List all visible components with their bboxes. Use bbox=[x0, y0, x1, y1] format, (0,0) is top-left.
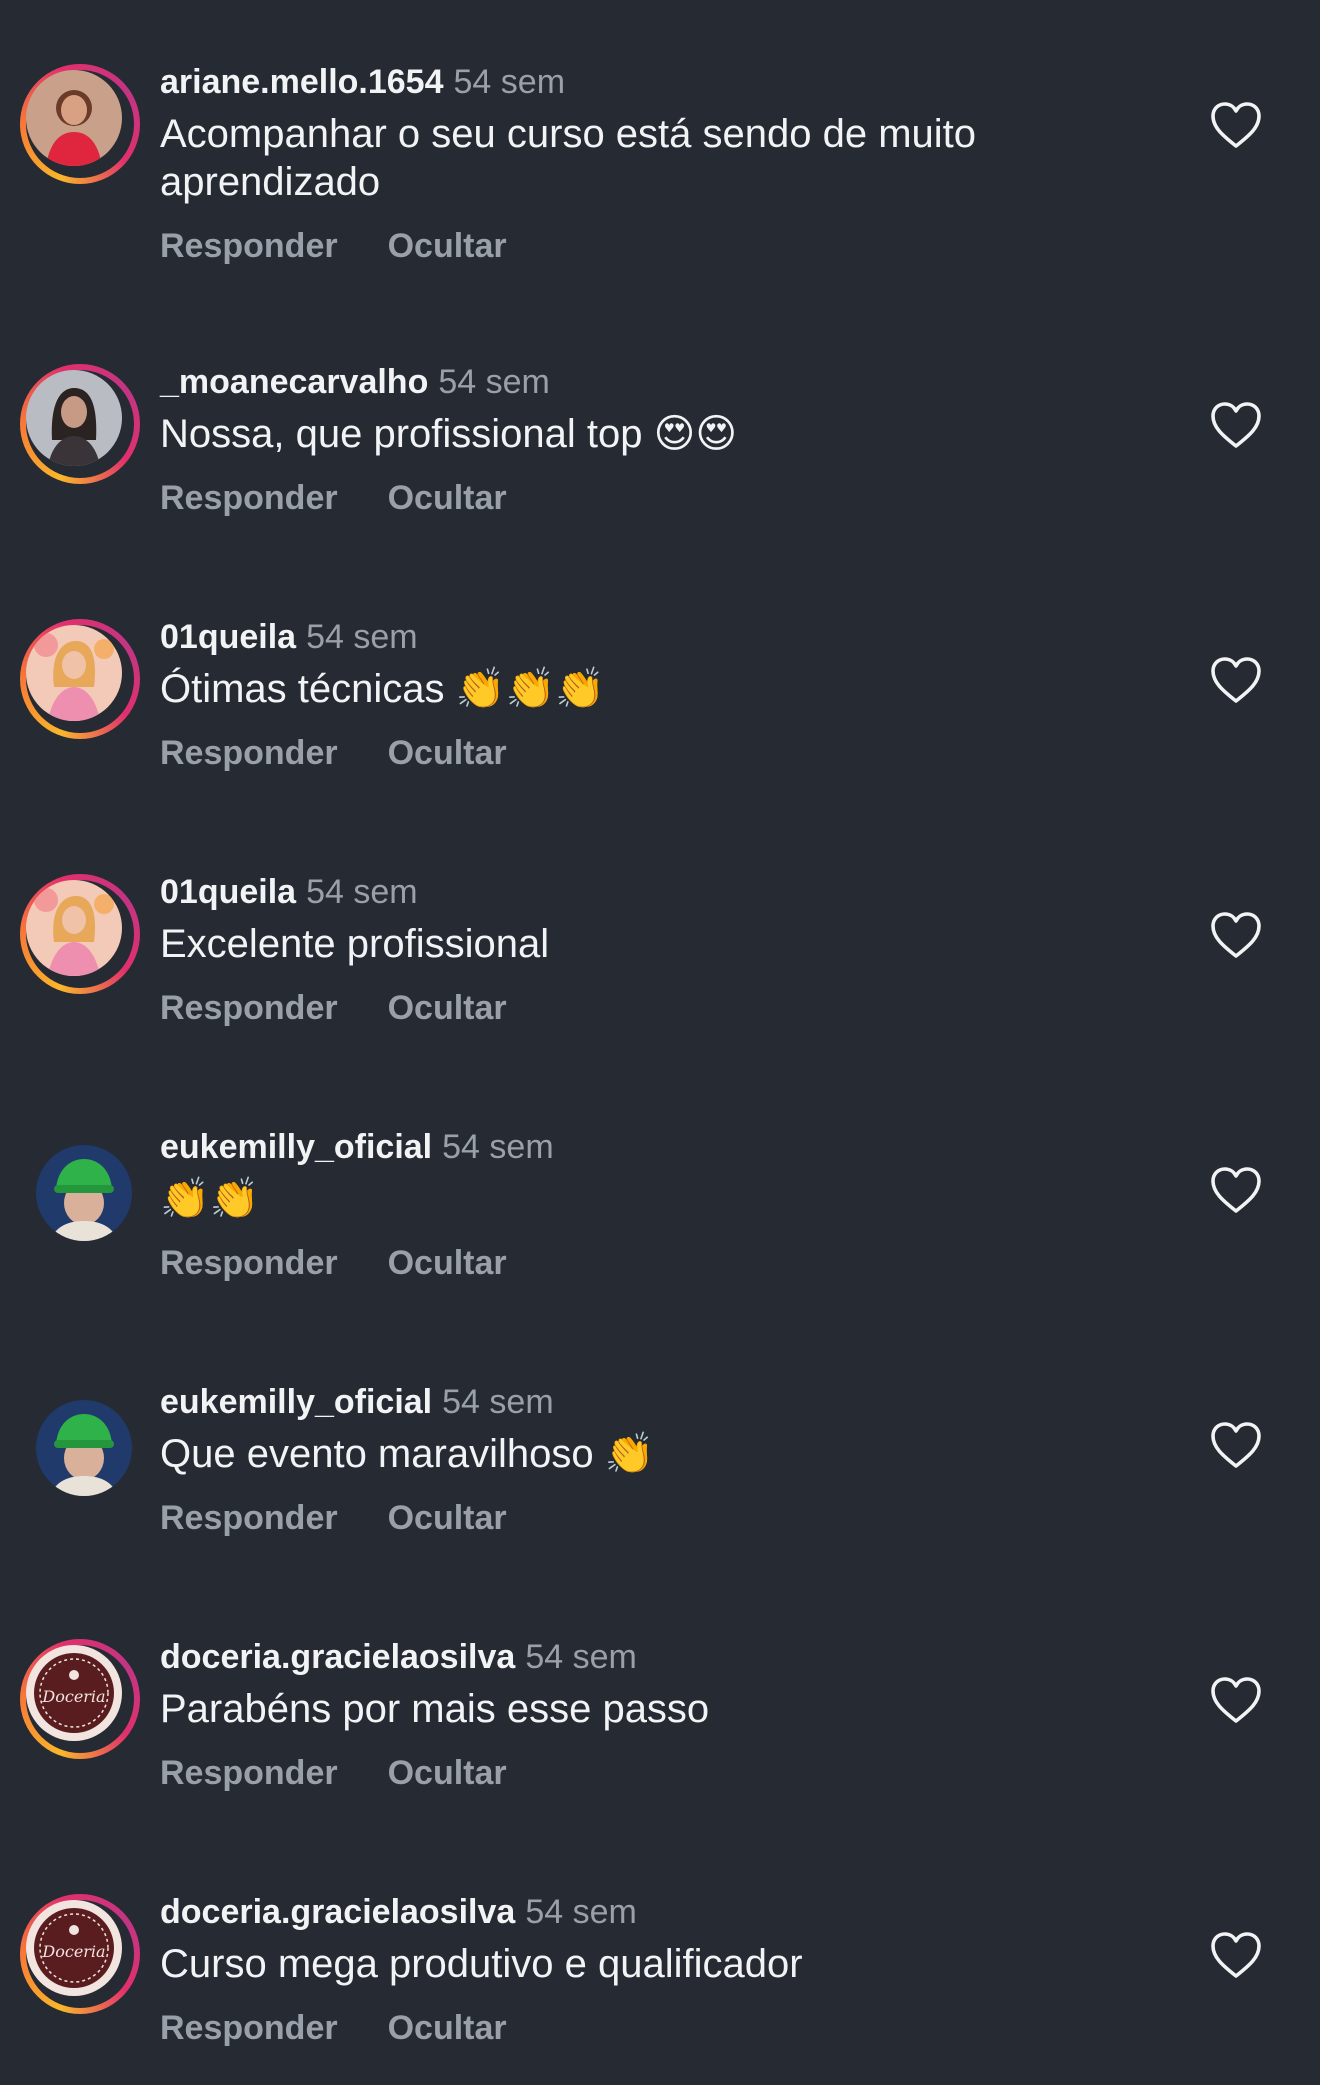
comment-item: 01queila 54 sem Excelente profissional Re… bbox=[0, 810, 1320, 1065]
avatar[interactable] bbox=[20, 1129, 140, 1249]
heart-icon[interactable] bbox=[1210, 1930, 1262, 1980]
comment-text: Excelente profissional bbox=[160, 922, 550, 966]
reply-button[interactable]: Responder bbox=[160, 1243, 338, 1283]
comment-text: Nossa, que profissional top 😍😍 bbox=[160, 412, 738, 456]
hide-button[interactable]: Ocultar bbox=[388, 988, 507, 1028]
comment-actions: Responder Ocultar bbox=[160, 1243, 1160, 1283]
comment-actions: Responder Ocultar bbox=[160, 478, 1160, 518]
comment-text: Ótimas técnicas 👏👏👏 bbox=[160, 667, 606, 711]
comment-time: 54 sem bbox=[525, 1638, 637, 1676]
comment-time: 54 sem bbox=[442, 1383, 554, 1421]
reply-button[interactable]: Responder bbox=[160, 733, 338, 773]
comment-meta: eukemilly_oficial 54 sem bbox=[160, 1125, 1160, 1169]
comment-text: Curso mega produtivo e qualificador bbox=[160, 1942, 803, 1986]
comment-actions: Responder Ocultar bbox=[160, 733, 1160, 773]
reply-button[interactable]: Responder bbox=[160, 1498, 338, 1538]
hide-button[interactable]: Ocultar bbox=[388, 226, 507, 266]
comment-time: 54 sem bbox=[453, 63, 566, 101]
comment-username[interactable]: doceria.gracielaosilva bbox=[160, 1638, 515, 1676]
comment-meta: doceria.gracielaosilva 54 sem bbox=[160, 1635, 1160, 1679]
comment-time: 54 sem bbox=[438, 363, 550, 401]
comment-body: eukemilly_oficial 54 sem Que evento marav… bbox=[160, 1380, 1160, 1538]
comment-meta: 01queila 54 sem bbox=[160, 615, 1160, 659]
comment-text: Que evento maravilhoso 👏 bbox=[160, 1432, 655, 1476]
comment-item: eukemilly_oficial 54 sem Que evento marav… bbox=[0, 1320, 1320, 1575]
svg-text:Doceria: Doceria bbox=[41, 1687, 105, 1706]
hide-button[interactable]: Ocultar bbox=[388, 1753, 507, 1793]
comment-time: 54 sem bbox=[306, 618, 418, 656]
reply-button[interactable]: Responder bbox=[160, 2008, 338, 2048]
comment-text: 👏👏 bbox=[160, 1177, 260, 1221]
heart-icon[interactable] bbox=[1210, 655, 1262, 705]
comment-meta: ariane.mello.1654 54 sem bbox=[160, 60, 1160, 104]
reply-button[interactable]: Responder bbox=[160, 988, 338, 1028]
comment-body: _moanecarvalho 54 sem Nossa, que profissi… bbox=[160, 360, 1160, 518]
comment-time: 54 sem bbox=[306, 873, 418, 911]
comment-actions: Responder Ocultar bbox=[160, 1498, 1160, 1538]
comment-body: 01queila 54 sem Ótimas técnicas 👏👏👏 Respo… bbox=[160, 615, 1160, 773]
comment-time: 54 sem bbox=[525, 1893, 637, 1931]
comment-item: Doceria doceria.gracielaosilva 54 sem Par… bbox=[0, 1575, 1320, 1830]
heart-icon[interactable] bbox=[1210, 400, 1262, 450]
comment-username[interactable]: eukemilly_oficial bbox=[160, 1128, 432, 1166]
reply-button[interactable]: Responder bbox=[160, 226, 338, 266]
comment-actions: Responder Ocultar bbox=[160, 1753, 1160, 1793]
comment-item: 01queila 54 sem Ótimas técnicas 👏👏👏 Respo… bbox=[0, 555, 1320, 810]
heart-icon[interactable] bbox=[1210, 1165, 1262, 1215]
doceria-logo: Doceria bbox=[26, 1645, 122, 1741]
user-photo-pink bbox=[26, 880, 122, 976]
avatar[interactable] bbox=[20, 364, 140, 484]
comment-body: doceria.gracielaosilva 54 sem Parabéns po… bbox=[160, 1635, 1160, 1793]
comment-text: Parabéns por mais esse passo bbox=[160, 1687, 710, 1731]
comment-username[interactable]: _moanecarvalho bbox=[160, 363, 428, 401]
avatar[interactable] bbox=[20, 64, 140, 184]
hide-button[interactable]: Ocultar bbox=[388, 1498, 507, 1538]
comment-item: ariane.mello.1654 54 sem Acompanhar o seu… bbox=[0, 0, 1320, 265]
heart-icon[interactable] bbox=[1210, 100, 1262, 150]
avatar[interactable] bbox=[20, 619, 140, 739]
hide-button[interactable]: Ocultar bbox=[388, 733, 507, 773]
heart-icon[interactable] bbox=[1210, 1675, 1262, 1725]
comment-body: 01queila 54 sem Excelente profissional Re… bbox=[160, 870, 1160, 1028]
comment-username[interactable]: doceria.gracielaosilva bbox=[160, 1893, 515, 1931]
comment-username[interactable]: 01queila bbox=[160, 618, 296, 656]
avatar[interactable]: Doceria bbox=[20, 1639, 140, 1759]
doceria-logo: Doceria bbox=[26, 1900, 122, 1996]
comment-meta: eukemilly_oficial 54 sem bbox=[160, 1380, 1160, 1424]
comment-username[interactable]: eukemilly_oficial bbox=[160, 1383, 432, 1421]
comment-body: doceria.gracielaosilva 54 sem Curso mega … bbox=[160, 1890, 1160, 2048]
hide-button[interactable]: Ocultar bbox=[388, 2008, 507, 2048]
comment-body: eukemilly_oficial 54 sem 👏👏 Responder Ocul… bbox=[160, 1125, 1160, 1283]
svg-text:Doceria: Doceria bbox=[41, 1942, 105, 1961]
avatar[interactable] bbox=[20, 1384, 140, 1504]
comment-meta: _moanecarvalho 54 sem bbox=[160, 360, 1160, 404]
heart-icon[interactable] bbox=[1210, 1420, 1262, 1470]
comment-body: ariane.mello.1654 54 sem Acompanhar o seu… bbox=[160, 60, 1160, 266]
avatar[interactable]: Doceria bbox=[20, 1894, 140, 2014]
comment-item: eukemilly_oficial 54 sem 👏👏 Responder Ocul… bbox=[0, 1065, 1320, 1320]
user-photo-green-hat bbox=[36, 1400, 132, 1496]
reply-button[interactable]: Responder bbox=[160, 1753, 338, 1793]
comment-actions: Responder Ocultar bbox=[160, 988, 1160, 1028]
user-photo-green-hat bbox=[36, 1145, 132, 1241]
comment-username[interactable]: ariane.mello.1654 bbox=[160, 63, 444, 101]
user-photo-pink bbox=[26, 625, 122, 721]
comment-actions: Responder Ocultar bbox=[160, 2008, 1160, 2048]
comment-actions: Responder Ocultar bbox=[160, 226, 1160, 266]
comment-item: _moanecarvalho 54 sem Nossa, que profissi… bbox=[0, 300, 1320, 555]
comment-meta: 01queila 54 sem bbox=[160, 870, 1160, 914]
reply-button[interactable]: Responder bbox=[160, 478, 338, 518]
comment-username[interactable]: 01queila bbox=[160, 873, 296, 911]
comment-meta: doceria.gracielaosilva 54 sem bbox=[160, 1890, 1160, 1934]
hide-button[interactable]: Ocultar bbox=[388, 1243, 507, 1283]
user-photo-gray bbox=[26, 370, 122, 466]
heart-icon[interactable] bbox=[1210, 910, 1262, 960]
user-photo-red bbox=[26, 70, 122, 166]
comment-item: Doceria doceria.gracielaosilva 54 sem Cur… bbox=[0, 1830, 1320, 2085]
comment-text: Acompanhar o seu curso está sendo de mui… bbox=[160, 112, 977, 204]
comment-time: 54 sem bbox=[442, 1128, 554, 1166]
avatar[interactable] bbox=[20, 874, 140, 994]
hide-button[interactable]: Ocultar bbox=[388, 478, 507, 518]
